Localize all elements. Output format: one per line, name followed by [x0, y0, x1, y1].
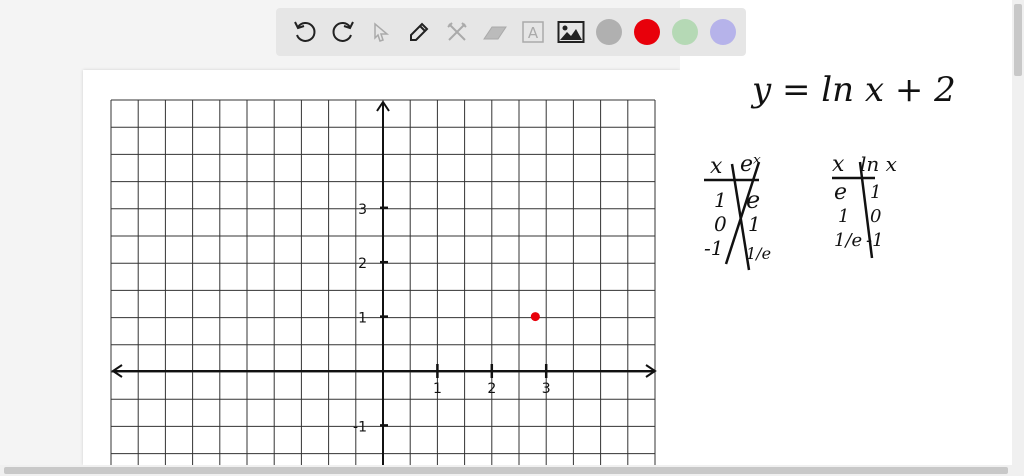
cell: 1	[748, 212, 761, 236]
cell: 1/e	[746, 244, 772, 263]
color-gray[interactable]	[596, 19, 622, 45]
plotted-point	[530, 312, 540, 322]
tools-icon[interactable]	[438, 13, 476, 51]
y-tick-label: 1	[358, 311, 367, 327]
header-lnx: ln x	[860, 152, 897, 176]
x-tick-label: 3	[542, 381, 551, 397]
color-green[interactable]	[672, 19, 698, 45]
cell: 1	[838, 206, 850, 227]
eraser-icon[interactable]	[476, 13, 514, 51]
header-ex: eˣ	[740, 152, 761, 177]
x-tick-label: 2	[487, 381, 496, 397]
equation: y = ln x + 2	[752, 70, 956, 110]
svg-text:A: A	[528, 24, 539, 42]
table-exp: x eˣ 1 e 0 1 -1 1/e	[704, 152, 774, 287]
color-red[interactable]	[634, 19, 660, 45]
toolbar: A	[276, 8, 746, 56]
image-icon[interactable]	[552, 13, 590, 51]
undo-icon[interactable]	[286, 13, 324, 51]
y-tick-label: 2	[358, 256, 367, 272]
cell: -1	[866, 230, 884, 251]
redo-icon[interactable]	[324, 13, 362, 51]
cell: 1	[714, 188, 727, 212]
text-icon[interactable]: A	[514, 13, 552, 51]
cell: e	[746, 186, 761, 214]
header-x: x	[832, 152, 845, 177]
header-x: x	[710, 154, 723, 179]
horizontal-scrollbar-thumb[interactable]	[4, 467, 1008, 474]
cell: e	[834, 180, 848, 205]
select-icon[interactable]	[362, 13, 400, 51]
cell: 1/e	[834, 230, 863, 251]
x-tick-label: 1	[433, 381, 442, 397]
y-tick-label: -1	[353, 419, 367, 435]
cell: -1	[704, 236, 724, 260]
y-tick-label: 3	[358, 202, 367, 218]
cell: 0	[714, 212, 727, 236]
vertical-scrollbar-thumb[interactable]	[1014, 4, 1022, 76]
cell: 0	[870, 206, 882, 227]
cell: 1	[870, 182, 882, 203]
table-ln: x ln x e 1 1 0 1/e -1	[830, 152, 920, 272]
pen-icon[interactable]	[400, 13, 438, 51]
color-purple[interactable]	[710, 19, 736, 45]
